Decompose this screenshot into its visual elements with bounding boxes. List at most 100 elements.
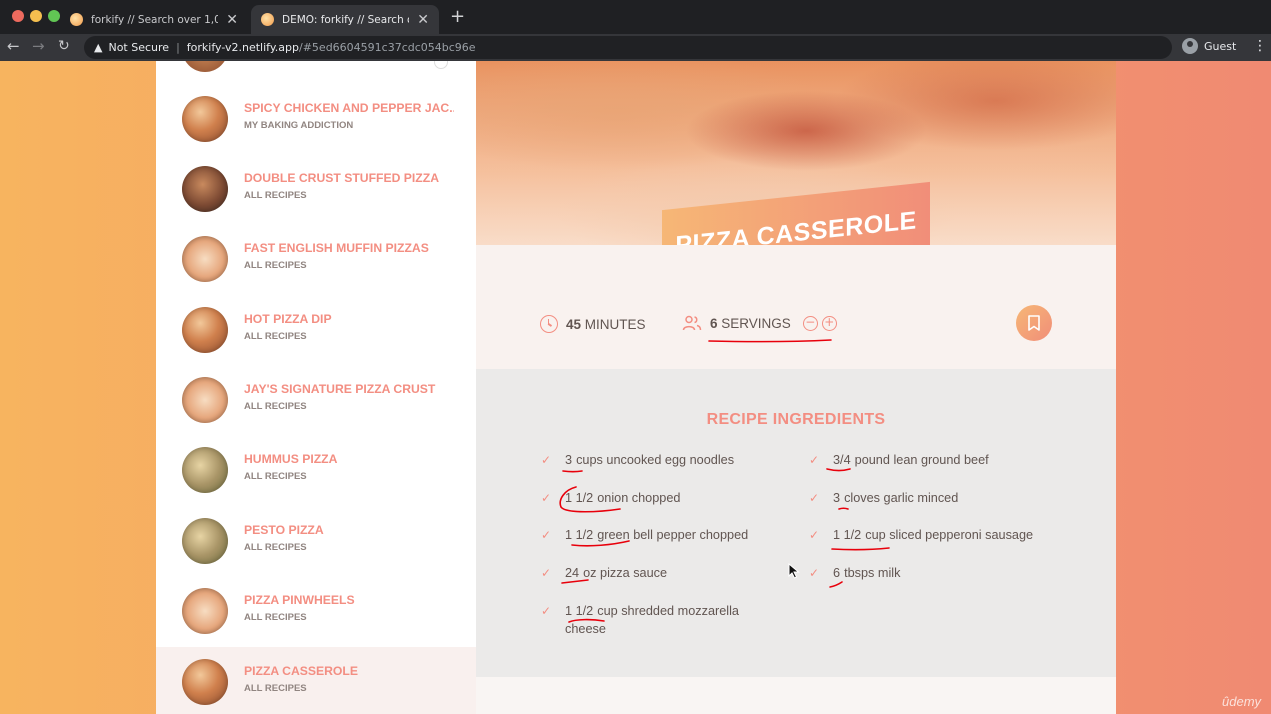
close-window-button[interactable] (12, 10, 24, 22)
ingredient-item: ✓ 3 cups uncooked egg noodles (541, 451, 765, 469)
recipe-thumbnail (182, 588, 228, 634)
udemy-watermark: ûdemy (1222, 694, 1262, 709)
cooking-time: 45 MINUTES (540, 315, 646, 333)
result-publisher: MY BAKING ADDICTION (244, 120, 354, 131)
minimize-window-button[interactable] (30, 10, 42, 22)
ingredient-quantity: 1 1/2 (565, 528, 594, 542)
result-item[interactable]: JAY'S SIGNATURE PIZZA CRUST ALL RECIPES (156, 365, 476, 435)
ingredient-description: cups uncooked egg noodles (576, 453, 735, 467)
url-host: forkify-v2.netlify.app (186, 41, 299, 54)
ingredient-description: cloves garlic minced (844, 491, 959, 505)
result-title: JAY'S SIGNATURE PIZZA CRUST (244, 382, 436, 396)
url-path: /#5ed6604591c37cdc054bc96e (299, 41, 476, 54)
servings: 6 SERVINGS − + (682, 315, 837, 331)
ingredient-quantity: 1 1/2 (565, 491, 594, 505)
result-item[interactable]: HOT PIZZA DIP ALL RECIPES (156, 295, 476, 365)
ingredient-quantity: 3 (565, 453, 573, 467)
result-publisher: ALL RECIPES (244, 683, 307, 694)
ingredient-description: green bell pepper chopped (597, 528, 749, 542)
new-tab-button[interactable]: + (450, 6, 465, 27)
ingredient-item: ✓ 6 tbsps milk (809, 564, 1073, 582)
result-title: PESTO PIZZA (244, 523, 324, 537)
not-secure-label: Not Secure (108, 41, 170, 54)
ingredient-quantity: 3/4 (833, 453, 851, 467)
tab-title: DEMO: forkify // Search over 1, (282, 13, 409, 26)
ingredient-quantity: 24 (565, 566, 580, 580)
address-bar[interactable]: ▲ Not Secure | forkify-v2.netlify.app/#5… (84, 36, 1172, 59)
recipe-thumbnail (182, 659, 228, 705)
profile-label: Guest (1204, 39, 1237, 53)
forkify-favicon-icon (70, 13, 83, 26)
ingredient-description: oz pizza sauce (583, 566, 668, 580)
ingredients-heading: RECIPE INGREDIENTS (706, 411, 886, 428)
bookmark-button[interactable] (1016, 305, 1052, 341)
recipe-thumbnail (182, 96, 228, 142)
ingredient-description: cup sliced pepperoni sausage (865, 528, 1034, 542)
ingredient-description: onion chopped (597, 491, 681, 505)
ingredient-quantity: 3 (833, 491, 841, 505)
warning-icon: ▲ (94, 41, 103, 54)
reload-icon[interactable]: ↻ (58, 38, 70, 54)
pagination-dot (434, 61, 448, 69)
result-publisher: ALL RECIPES (244, 190, 307, 201)
result-item[interactable]: FAST ENGLISH MUFFIN PIZZAS ALL RECIPES (156, 224, 476, 294)
result-title: HOT PIZZA DIP (244, 312, 332, 326)
back-arrow-icon[interactable]: ← (7, 37, 20, 55)
bookmark-icon (1028, 315, 1040, 331)
recipe-panel: PIZZA CASSEROLE 45 MINUTES 6 SERVINGS − … (476, 61, 1116, 714)
profile-button[interactable]: Guest (1182, 38, 1236, 54)
close-icon[interactable]: ✕ (417, 12, 429, 28)
avatar-icon (1182, 38, 1198, 54)
recipe-thumbnail (182, 61, 228, 72)
decrease-servings-button[interactable]: − (802, 315, 818, 331)
clock-icon (540, 315, 558, 333)
result-item[interactable]: PIZZA PINWHEELS ALL RECIPES (156, 576, 476, 646)
ingredient-item: ✓ 1 1/2 green bell pepper chopped (541, 526, 765, 544)
ingredient-description: pound lean ground beef (854, 453, 989, 467)
forward-arrow-icon[interactable]: → (32, 37, 45, 55)
browser-tab-bar: forkify // Search over 1,000,00 ✕ DEMO: … (0, 0, 1271, 34)
result-title: FAST ENGLISH MUFFIN PIZZAS (244, 241, 429, 255)
result-item-active[interactable]: PIZZA CASSEROLE ALL RECIPES (156, 647, 476, 714)
check-icon: ✓ (809, 453, 820, 467)
close-icon[interactable]: ✕ (226, 12, 238, 28)
servings-unit: SERVINGS (721, 315, 791, 331)
menu-kebab-icon[interactable]: ⋮ (1253, 38, 1267, 54)
ingredient-quantity: 6 (833, 566, 841, 580)
check-icon: ✓ (541, 491, 552, 505)
tab-title: forkify // Search over 1,000,00 (91, 13, 219, 26)
browser-tab-2[interactable]: DEMO: forkify // Search over 1, ✕ (251, 5, 439, 34)
result-item[interactable]: HUMMUS PIZZA ALL RECIPES (156, 435, 476, 505)
ingredient-item: ✓ 24 oz pizza sauce (541, 564, 765, 582)
ingredient-item: ✓ 1 1/2 cup shredded mozzarella cheese (541, 602, 751, 638)
check-icon: ✓ (541, 528, 552, 542)
recipe-thumbnail (182, 236, 228, 282)
recipe-thumbnail (182, 166, 228, 212)
mouse-cursor-icon (788, 563, 800, 579)
divider: | (176, 41, 180, 54)
ingredient-item: ✓ 3 cloves garlic minced (809, 489, 1073, 507)
recipe-details: 45 MINUTES 6 SERVINGS − + (476, 245, 1116, 369)
result-publisher: ALL RECIPES (244, 260, 307, 271)
result-item[interactable]: DOUBLE CRUST STUFFED PIZZA ALL RECIPES (156, 154, 476, 224)
check-icon: ✓ (541, 604, 552, 618)
result-publisher: ALL RECIPES (244, 542, 307, 553)
check-icon: ✓ (809, 491, 820, 505)
check-icon: ✓ (809, 528, 820, 542)
increase-servings-button[interactable]: + (821, 315, 837, 331)
ingredient-item: ✓ 1 1/2 cup sliced pepperoni sausage (809, 526, 1073, 544)
browser-tab-1[interactable]: forkify // Search over 1,000,00 ✕ (60, 5, 248, 34)
check-icon: ✓ (541, 566, 552, 580)
ingredients-section: RECIPE INGREDIENTS ✓ 3 cups uncooked egg … (476, 369, 1116, 677)
check-icon: ✓ (809, 566, 820, 580)
result-title: PIZZA PINWHEELS (244, 593, 355, 607)
recipe-thumbnail (182, 518, 228, 564)
maximize-window-button[interactable] (48, 10, 60, 22)
recipe-thumbnail (182, 377, 228, 423)
time-unit: MINUTES (584, 316, 646, 332)
result-item[interactable]: PESTO PIZZA ALL RECIPES (156, 506, 476, 576)
users-icon (682, 315, 702, 331)
result-item[interactable]: SPICY CHICKEN AND PEPPER JAC... MY BAKIN… (156, 84, 476, 154)
result-title: DOUBLE CRUST STUFFED PIZZA (244, 171, 439, 185)
recipe-thumbnail (182, 447, 228, 493)
